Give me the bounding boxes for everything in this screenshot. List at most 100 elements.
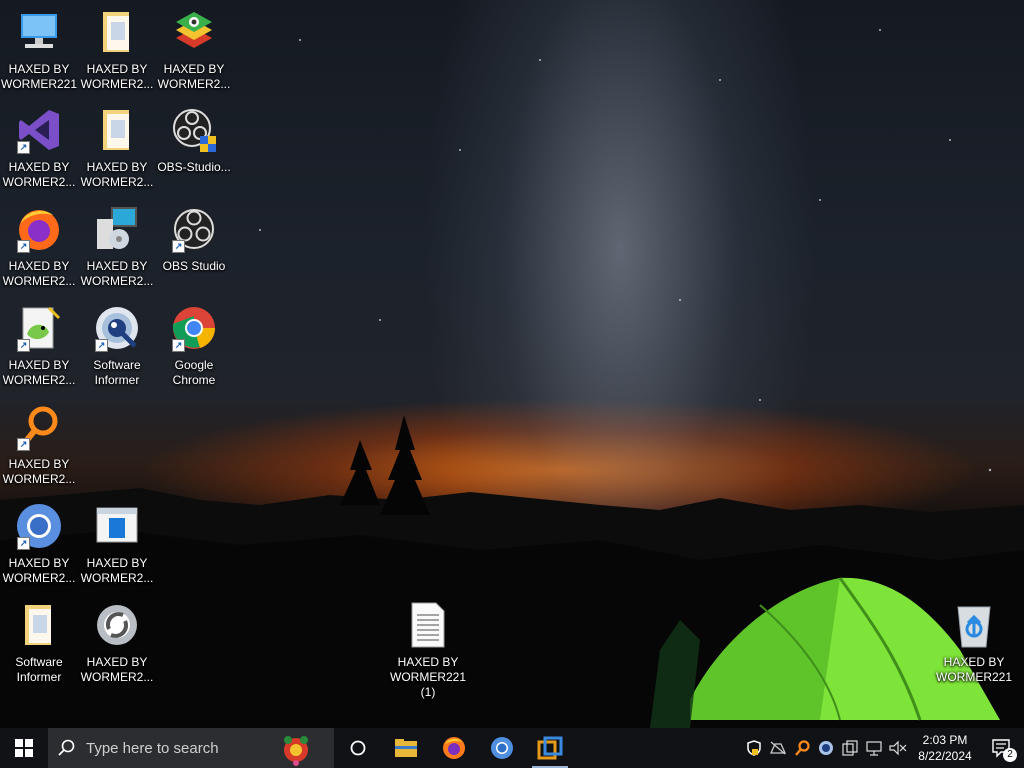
desktop-icon-label: HAXED BY WORMER2... [80,655,154,684]
folder-icon [15,601,63,649]
cortana-button[interactable] [334,728,382,768]
taskbar-chromium[interactable] [478,728,526,768]
desktop-icon[interactable]: OBS-Studio... [156,106,232,175]
search-icon [58,739,75,756]
tray-volume[interactable] [886,728,910,768]
shortcut-arrow-icon: ↗ [17,141,30,154]
file-explorer-icon [395,739,417,757]
desktop-icon[interactable]: HAXED BY WORMER2... [156,8,232,92]
desktop-icon-label: HAXED BY WORMER2... [80,62,154,91]
desktop-icon-label: HAXED BY WORMER2... [157,62,231,91]
desktop-icon[interactable]: ↗ OBS Studio [156,205,232,274]
tray-copy[interactable] [838,728,862,768]
software-informer-icon: ↗ [93,304,141,352]
virtualbox-icon [537,736,563,760]
tray-windows-security[interactable] [742,728,766,768]
folder-icon [93,106,141,154]
recycle-bin-icon [950,601,998,649]
shortcut-arrow-icon: ↗ [95,339,108,352]
visual-studio-icon: ↗ [15,106,63,154]
shortcut-arrow-icon: ↗ [17,537,30,550]
ccleaner-icon [93,601,141,649]
desktop-icon[interactable]: HAXED BY WORMER221 [1,8,77,92]
desktop-icon-label: HAXED BY WORMER2... [2,556,76,585]
search-box[interactable]: Type here to search [48,728,334,768]
search-highlight-icon [284,736,308,766]
clock[interactable]: 2:03 PM 8/22/2024 [910,732,980,764]
desktop-icon-label: HAXED BY WORMER2... [2,160,76,189]
chromium-icon: ↗ [15,502,63,550]
desktop-icon[interactable]: HAXED BY WORMER2... [79,106,155,190]
windows-logo-icon [15,739,33,757]
desktop-icon[interactable]: HAXED BY WORMER221 [936,601,1012,685]
desktop-icon-label: OBS Studio [162,259,226,273]
desktop-icon[interactable]: ↗ Google Chrome [156,304,232,388]
setup-icon [93,205,141,253]
network-off-icon [769,741,787,755]
firefox-icon: ↗ [15,205,63,253]
software-informer-icon [819,741,833,755]
taskbar: Type here to search 2:03 PM 8/22/2024 2 [0,728,1024,768]
start-button[interactable] [0,728,48,768]
desktop-icon[interactable]: HAXED BY WORMER2... [79,205,155,289]
obs-icon: ↗ [170,205,218,253]
firefox-icon [443,737,465,759]
tray-network-off[interactable] [766,728,790,768]
desktop-icon-label: HAXED BY WORMER2... [80,160,154,189]
computer-icon [15,8,63,56]
folder-icon [93,8,141,56]
shortcut-arrow-icon: ↗ [17,438,30,451]
clock-time: 2:03 PM [922,733,968,747]
desktop-icon-label: HAXED BY WORMER2... [80,259,154,288]
shortcut-arrow-icon: ↗ [172,339,185,352]
desktop-icon[interactable]: Software Informer [1,601,77,685]
search-placeholder: Type here to search [86,739,219,757]
desktop-icon[interactable]: ↗ HAXED BY WORMER2... [1,304,77,388]
action-center-button[interactable]: 2 [980,728,1024,768]
text-document-icon [404,601,452,649]
desktop-icon[interactable]: HAXED BY WORMER2... [79,8,155,92]
desktop-icon[interactable]: ↗ HAXED BY WORMER2... [1,205,77,289]
tray-search-tool[interactable] [790,728,814,768]
search-magnifier-icon [795,740,810,756]
search-magnifier-icon: ↗ [15,403,63,451]
chromium-icon [491,737,513,759]
network-icon [866,741,882,756]
desktop-icon-label: Google Chrome [172,358,216,387]
desktop-icon-label: HAXED BY WORMER221 (1) [390,655,467,699]
taskbar-virtualbox[interactable] [526,728,574,768]
shortcut-arrow-icon: ↗ [17,240,30,253]
cortana-icon [350,740,366,756]
desktop-icon-label: HAXED BY WORMER221 [1,62,78,91]
clock-date: 8/22/2024 [918,749,972,763]
system-tray: 2:03 PM 8/22/2024 2 [742,728,1024,768]
desktop-icon[interactable]: ↗ HAXED BY WORMER2... [1,502,77,586]
taskbar-firefox[interactable] [430,728,478,768]
desktop-icon-label: HAXED BY WORMER221 [936,655,1013,684]
notification-count-badge: 2 [1003,748,1017,762]
desktop-icon-label: HAXED BY WORMER2... [2,457,76,486]
shortcut-arrow-icon: ↗ [172,240,185,253]
desktop-icon-label: HAXED BY WORMER2... [80,556,154,585]
desktop-icon[interactable]: HAXED BY WORMER2... [79,502,155,586]
desktop-icon[interactable]: HAXED BY WORMER2... [79,601,155,685]
tray-software-informer[interactable] [814,728,838,768]
notepad-plus-icon: ↗ [15,304,63,352]
desktop-icon-label: OBS-Studio... [157,160,231,174]
desktop-icon[interactable]: ↗ HAXED BY WORMER2... [1,403,77,487]
desktop-icon-label: HAXED BY WORMER2... [2,259,76,288]
obs-installer-icon [170,106,218,154]
windows-security-icon [747,740,761,756]
copy-icon [842,740,858,756]
window-app-icon [93,502,141,550]
desktop-icon[interactable]: ↗ HAXED BY WORMER2... [1,106,77,190]
desktop-icon[interactable]: HAXED BY WORMER221 (1) [390,601,466,700]
taskbar-file-explorer[interactable] [382,728,430,768]
desktop-icon-label: Software Informer [15,655,63,684]
chrome-icon: ↗ [170,304,218,352]
volume-muted-icon [889,740,907,756]
bluestacks-icon [170,8,218,56]
desktop-icon-label: HAXED BY WORMER2... [2,358,76,387]
desktop-icon[interactable]: ↗ Software Informer [79,304,155,388]
tray-network[interactable] [862,728,886,768]
